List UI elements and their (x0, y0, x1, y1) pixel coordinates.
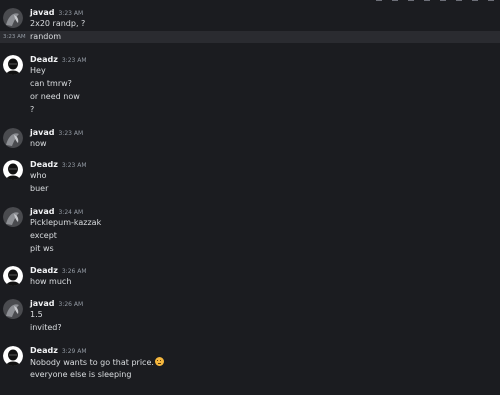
slightly-frowning-face-emoji[interactable] (154, 357, 164, 366)
message-timestamp: 3:26 AM (58, 301, 84, 308)
username[interactable]: javad (30, 8, 54, 17)
avatar-deadz[interactable] (3, 266, 23, 286)
message-text: now (30, 139, 47, 148)
avatar-javad[interactable] (3, 207, 23, 227)
message-timestamp: 3:23 AM (58, 130, 84, 137)
avatar-deadz[interactable] (3, 160, 23, 180)
message-text: 1.5 (30, 310, 43, 319)
message-text: who (30, 171, 47, 180)
message-group: javad 3:23 AM now (0, 125, 500, 151)
message-text: Hey (30, 66, 46, 75)
top-border-decoration (376, 0, 494, 3)
message-text: Nobody wants to go that price. (30, 358, 154, 367)
message-group: Deadz 3:29 AM Nobody wants to go that pri… (0, 343, 500, 383)
username[interactable]: javad (30, 207, 54, 216)
message-text: Picklepum-kazzak (30, 218, 102, 227)
message-text: invited? (30, 323, 62, 332)
username[interactable]: Deadz (30, 160, 58, 169)
message-text: except (30, 231, 57, 240)
message-group: javad 3:23 AM 2x20 randp, ? (0, 5, 500, 29)
message-group: Deadz 3:23 AM who buer (0, 157, 500, 195)
message-text: pit ws (30, 244, 54, 253)
username[interactable]: Deadz (30, 266, 58, 275)
message-text: or need now (30, 92, 80, 101)
message-timestamp: 3:23 AM (61, 57, 87, 64)
avatar-deadz[interactable] (3, 55, 23, 75)
message-group: Deadz 3:26 AM how much (0, 263, 500, 289)
username[interactable]: javad (30, 299, 54, 308)
username[interactable]: Deadz (30, 55, 58, 64)
avatar-deadz[interactable] (3, 346, 23, 366)
message-timestamp: 3:23 AM (58, 10, 84, 17)
message-timestamp: 3:29 AM (61, 348, 87, 355)
message-group: javad 3:26 AM 1.5 invited? (0, 296, 500, 334)
message-timestamp: 3:26 AM (61, 268, 87, 275)
message-text: can tmrw? (30, 79, 72, 88)
username[interactable]: javad (30, 128, 54, 137)
message-group: Deadz 3:23 AM Hey can tmrw? or need now ? (0, 52, 500, 116)
message-text: 2x20 randp, ? (30, 19, 86, 28)
message-text-line: Nobody wants to go that price. (30, 357, 164, 368)
avatar-javad[interactable] (3, 8, 23, 28)
message-timestamp: 3:24 AM (58, 209, 84, 216)
message-text: how much (30, 277, 72, 286)
message-text: random (30, 32, 62, 41)
chat-message-list: javad 3:23 AM 2x20 randp, ? 3:23 AM rando… (0, 0, 500, 395)
avatar-javad[interactable] (3, 128, 23, 148)
username[interactable]: Deadz (30, 346, 58, 355)
message-group: javad 3:24 AM Picklepum-kazzak except pit… (0, 204, 500, 256)
message-side-timestamp: 3:23 AM (3, 34, 26, 40)
message-row-hovered[interactable]: 3:23 AM random (0, 31, 500, 43)
message-text: buer (30, 184, 49, 193)
avatar-javad[interactable] (3, 299, 23, 319)
message-timestamp: 3:23 AM (61, 162, 87, 169)
message-text: everyone else is sleeping (30, 370, 132, 379)
message-text: ? (30, 105, 35, 114)
